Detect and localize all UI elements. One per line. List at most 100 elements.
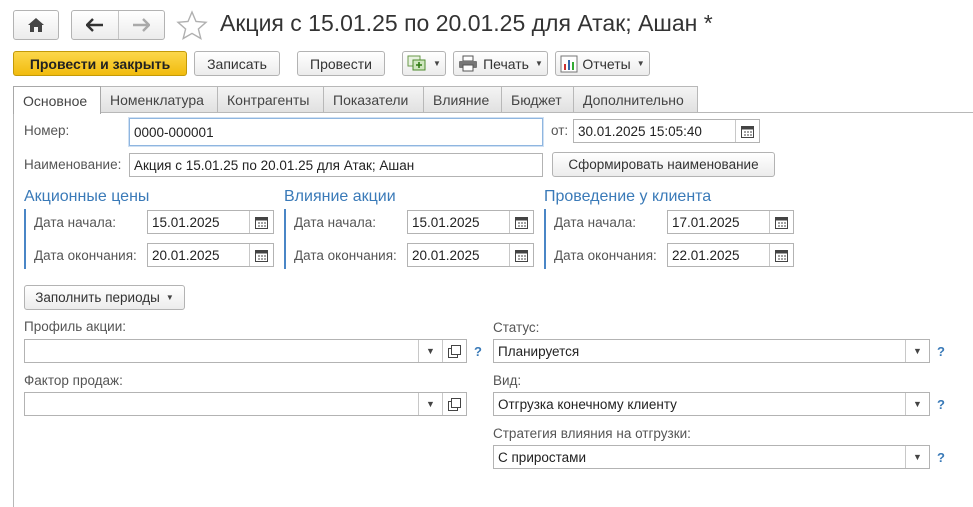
chevron-down-icon: ▼ [534,59,543,68]
calendar-button[interactable] [769,211,793,233]
sales-factor-label: Фактор продаж: [24,373,123,388]
tab-counterparties[interactable]: Контрагенты [217,86,324,113]
promo-prices-title: Акционные цены [24,188,150,205]
history-nav [71,10,165,40]
calendar-icon [255,216,268,229]
help-icon[interactable]: ? [937,450,945,465]
calendar-icon [515,216,528,229]
calendar-button[interactable] [509,211,533,233]
end-date-value: 20.01.2025 [412,247,480,263]
profile-label: Профиль акции: [24,319,127,334]
chevron-down-icon: ▼ [636,59,645,68]
promo-influence-end-field[interactable]: 20.01.2025 [407,243,534,267]
chevron-down-icon: ▼ [913,399,922,409]
tab-bar: Основное Номенклатура Контрагенты Показа… [13,86,698,114]
profile-field[interactable]: ▼ [24,339,467,363]
strategy-field[interactable]: С приростами ▼ [493,445,930,469]
tab-influence[interactable]: Влияние [423,86,502,113]
status-value: Планируется [498,343,580,359]
date-value: 30.01.2025 15:05:40 [578,123,702,139]
report-icon [560,55,578,72]
name-field[interactable]: Акция с 15.01.25 по 20.01.25 для Атак; А… [129,153,543,177]
dropdown-button[interactable]: ▼ [418,393,442,415]
chevron-down-icon: ▼ [913,452,922,462]
status-field[interactable]: Планируется ▼ [493,339,930,363]
arrow-left-icon [85,18,103,32]
dropdown-button[interactable]: ▼ [905,340,929,362]
post-and-close-button[interactable]: Провести и закрыть [13,51,187,76]
calendar-button[interactable] [249,244,273,266]
kind-field[interactable]: Отгрузка конечному клиенту ▼ [493,392,930,416]
chevron-down-icon: ▼ [426,399,435,409]
help-icon[interactable]: ? [937,397,945,412]
number-field[interactable]: 0000-000001 [129,118,543,146]
page-title: Акция с 15.01.25 по 20.01.25 для Атак; А… [220,10,713,36]
promo-prices-end-field[interactable]: 20.01.2025 [147,243,274,267]
open-button[interactable] [442,393,466,415]
dropdown-button[interactable]: ▼ [905,393,929,415]
open-form-icon [448,344,461,358]
forward-button[interactable] [119,11,165,39]
printer-icon [459,55,478,72]
name-value: Акция с 15.01.25 по 20.01.25 для Атак; А… [134,157,415,173]
dropdown-button[interactable]: ▼ [905,446,929,468]
kind-value: Отгрузка конечному клиенту [498,396,677,412]
calendar-icon [255,249,268,262]
fill-periods-button[interactable]: Заполнить периоды ▼ [24,285,185,310]
calendar-icon [515,249,528,262]
client-event-title: Проведение у клиента [544,188,712,205]
tab-products[interactable]: Номенклатура [100,86,218,113]
tab-indicators[interactable]: Показатели [323,86,424,113]
help-icon[interactable]: ? [474,344,482,359]
back-button[interactable] [72,11,119,39]
home-button[interactable] [14,11,58,39]
client-event-start-field[interactable]: 17.01.2025 [667,210,794,234]
group-bar [24,209,26,269]
save-button[interactable]: Записать [194,51,280,76]
panel-border [13,113,14,507]
calendar-icon [741,125,754,138]
reports-button[interactable]: Отчеты ▼ [555,51,650,76]
reports-label: Отчеты [582,55,631,72]
calendar-button[interactable] [249,211,273,233]
help-icon[interactable]: ? [937,344,945,359]
open-button[interactable] [442,340,466,362]
start-date-label: Дата начала: [294,215,376,230]
create-based-on-button[interactable]: ▼ [402,51,446,76]
strategy-value: С приростами [498,449,586,465]
promo-influence-start-field[interactable]: 15.01.2025 [407,210,534,234]
name-label: Наименование: [24,157,122,172]
tab-main[interactable]: Основное [13,86,101,114]
end-date-label: Дата окончания: [554,248,657,263]
dropdown-button[interactable]: ▼ [418,340,442,362]
chevron-down-icon: ▼ [433,59,441,68]
generate-name-button[interactable]: Сформировать наименование [552,152,775,177]
star-icon[interactable] [176,10,208,40]
tab-budget[interactable]: Бюджет [501,86,574,113]
calendar-button[interactable] [735,120,759,142]
home-icon [28,18,44,32]
start-date-value: 15.01.2025 [152,214,220,230]
chevron-down-icon: ▼ [426,346,435,356]
create-based-on-icon [407,55,426,71]
sales-factor-field[interactable]: ▼ [24,392,467,416]
kind-label: Вид: [493,373,522,388]
strategy-label: Стратегия влияния на отгрузки: [493,426,691,441]
calendar-icon [775,249,788,262]
number-value: 0000-000001 [134,124,214,140]
calendar-icon [775,216,788,229]
chevron-down-icon: ▼ [913,346,922,356]
date-field[interactable]: 30.01.2025 15:05:40 [573,119,760,143]
fill-periods-label: Заполнить периоды [35,290,160,305]
group-bar [284,209,286,269]
arrow-right-icon [133,18,151,32]
tab-additional[interactable]: Дополнительно [573,86,698,113]
calendar-button[interactable] [769,244,793,266]
client-event-end-field[interactable]: 22.01.2025 [667,243,794,267]
tab-divider [13,112,973,113]
calendar-button[interactable] [509,244,533,266]
end-date-value: 22.01.2025 [672,247,740,263]
promo-prices-start-field[interactable]: 15.01.2025 [147,210,274,234]
print-button[interactable]: Печать ▼ [453,51,548,76]
post-button[interactable]: Провести [297,51,385,76]
